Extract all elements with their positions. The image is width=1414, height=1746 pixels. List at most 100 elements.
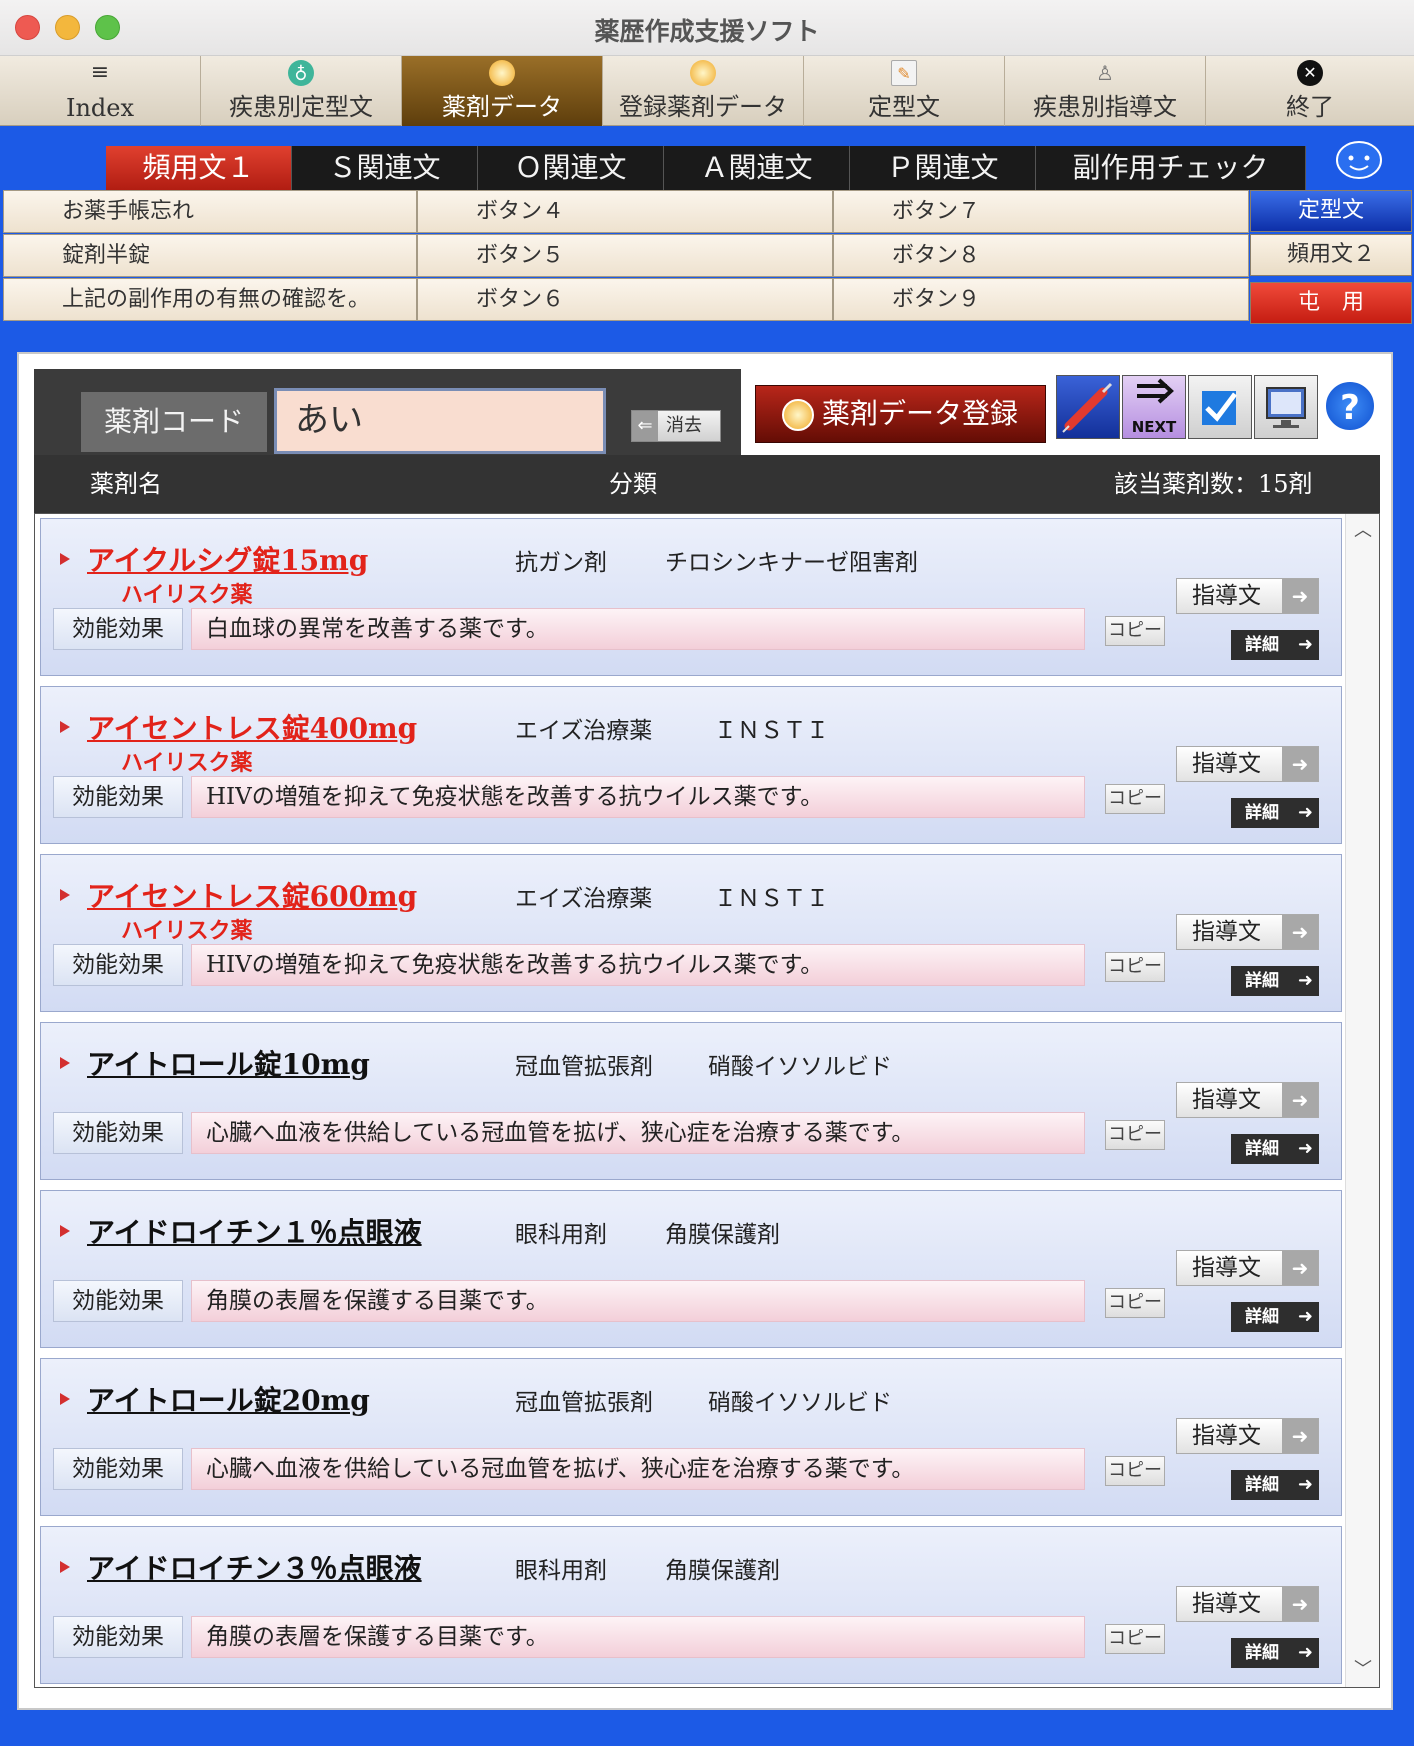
expand-triangle-icon[interactable] [60, 721, 70, 733]
efficacy-text: 角膜の表層を保護する目薬です。 [191, 1280, 1085, 1322]
detail-button[interactable]: 詳細 ➜ [1231, 1638, 1319, 1668]
drug-list[interactable]: ︿ ﹀ アイクルシグ錠15mg ハイリスク薬 抗ガン剤 チロシンキナーゼ阻害剤 効能効果… [34, 513, 1380, 1688]
tab-a-related[interactable]: Ａ関連文 [664, 146, 850, 190]
header-drug-name: 薬剤名 [90, 470, 162, 498]
drug-name-link[interactable]: アイトロール錠20mg [87, 1379, 370, 1419]
phrase-button[interactable]: ボタン４ [417, 190, 833, 233]
toolbar-disease-guide-button[interactable]: ♙ 疾患別指導文 [1005, 56, 1206, 126]
help-button[interactable]: ? [1324, 380, 1376, 432]
drug-name-link[interactable]: アイドロイチン１％点眼液 [87, 1211, 422, 1251]
detail-button[interactable]: 詳細 ➜ [1231, 1470, 1319, 1500]
phrase-button[interactable]: 上記の副作用の有無の確認を。 [3, 278, 417, 321]
phrase-button[interactable]: 錠剤半錠 [3, 234, 417, 277]
phrase-button[interactable]: ボタン９ [833, 278, 1249, 321]
phrase-button[interactable]: ボタン８ [833, 234, 1249, 277]
notepad-icon: ✎ [891, 60, 917, 86]
drug-data-panel: 薬剤コード あい ⇐ 消去 薬剤データ登録 NEXT ? 薬剤名 分類 該当薬剤… [17, 352, 1393, 1710]
expand-triangle-icon[interactable] [60, 1393, 70, 1405]
detail-button[interactable]: 詳細 ➜ [1231, 966, 1319, 996]
drug-name-link[interactable]: アイトロール錠10mg [87, 1043, 370, 1083]
efficacy-text: 角膜の表層を保護する目薬です。 [191, 1616, 1085, 1658]
drug-name-link[interactable]: アイセントレス錠400mg [87, 707, 417, 747]
register-drug-data-button[interactable]: 薬剤データ登録 [755, 385, 1046, 443]
detail-button[interactable]: 詳細 ➜ [1231, 1302, 1319, 1332]
drug-category: 抗ガン剤 [515, 550, 607, 576]
arrow-left-icon: ⇐ [632, 411, 658, 441]
toolbar-label: 定型文 [868, 93, 940, 121]
expand-triangle-icon[interactable] [60, 889, 70, 901]
efficacy-label: 効能効果 [53, 1112, 183, 1154]
detail-button[interactable]: 詳細 ➜ [1231, 1134, 1319, 1164]
tab-o-related[interactable]: Ｏ関連文 [478, 146, 664, 190]
drug-subcategory: 硝酸イソソルビド [708, 1054, 892, 1080]
toolbar-label: 薬剤データ [442, 93, 562, 121]
frequent-2-side-button[interactable]: 頻用文２ [1250, 234, 1412, 276]
next-button[interactable]: NEXT [1122, 375, 1186, 439]
copy-button[interactable]: コピー [1105, 952, 1165, 982]
guide-button[interactable]: 指導文 ➜ [1176, 1586, 1319, 1622]
phrase-button[interactable]: ボタン５ [417, 234, 833, 277]
guide-button[interactable]: 指導文 ➜ [1176, 1418, 1319, 1454]
phrase-button[interactable]: ボタン６ [417, 278, 833, 321]
window-title: 薬歴作成支援ソフト [594, 17, 820, 46]
tab-side-effect-check[interactable]: 副作用チェック [1036, 146, 1306, 190]
toolbar-template-button[interactable]: ✎ 定型文 [804, 56, 1005, 126]
drug-subcategory: 角膜保護剤 [665, 1558, 780, 1584]
scroll-down-icon[interactable]: ﹀ [1346, 1655, 1379, 1685]
drug-code-input[interactable]: あい [274, 388, 606, 454]
efficacy-label: 効能効果 [53, 1280, 183, 1322]
guide-label: 指導文 [1192, 1423, 1261, 1449]
detail-label: 詳細 [1245, 635, 1279, 655]
arrow-right-icon: ➜ [1297, 634, 1313, 655]
clear-button[interactable]: ⇐ 消去 [631, 410, 721, 442]
detail-label: 詳細 [1245, 971, 1279, 991]
phrase-button[interactable]: お薬手帳忘れ [3, 190, 417, 233]
scroll-up-icon[interactable]: ︿ [1346, 516, 1379, 546]
copy-button[interactable]: コピー [1105, 784, 1165, 814]
drug-code-label: 薬剤コード [81, 392, 267, 452]
template-side-button[interactable]: 定型文 [1250, 190, 1412, 232]
drug-name-link[interactable]: アイクルシグ錠15mg [87, 539, 368, 579]
copy-button[interactable]: コピー [1105, 1456, 1165, 1486]
arrow-right-icon: ➜ [1282, 747, 1318, 781]
copy-button[interactable]: コピー [1105, 616, 1165, 646]
copy-button[interactable]: コピー [1105, 1624, 1165, 1654]
guide-button[interactable]: 指導文 ➜ [1176, 746, 1319, 782]
toolbar-registered-drug-button[interactable]: 登録薬剤データ [603, 56, 804, 126]
guide-label: 指導文 [1192, 919, 1261, 945]
arrow-right-icon: ➜ [1282, 1419, 1318, 1453]
arrow-right-icon: ➜ [1282, 579, 1318, 613]
monitor-button[interactable] [1254, 375, 1318, 439]
guide-button[interactable]: 指導文 ➜ [1176, 1250, 1319, 1286]
expand-triangle-icon[interactable] [60, 1561, 70, 1573]
tab-s-related[interactable]: Ｓ関連文 [292, 146, 478, 190]
expand-triangle-icon[interactable] [60, 553, 70, 565]
toolbar-drug-data-button[interactable]: 薬剤データ [402, 56, 603, 126]
expand-triangle-icon[interactable] [60, 1057, 70, 1069]
copy-button[interactable]: コピー [1105, 1288, 1165, 1318]
guide-button[interactable]: 指導文 ➜ [1176, 578, 1319, 614]
phrase-button[interactable]: ボタン７ [833, 190, 1249, 233]
tab-frequent-1[interactable]: 頻用文１ [106, 146, 292, 190]
header-result-count: 該当薬剤数：15剤 [1114, 470, 1313, 498]
drug-name-link[interactable]: アイドロイチン３％点眼液 [87, 1547, 422, 1587]
drug-category: 眼科用剤 [515, 1558, 607, 1584]
toolbar-disease-template-button[interactable]: ♁ 疾患別定型文 [201, 56, 402, 126]
expand-triangle-icon[interactable] [60, 1225, 70, 1237]
syringe-button[interactable] [1056, 375, 1120, 439]
copy-button[interactable]: コピー [1105, 1120, 1165, 1150]
toolbar-index-button[interactable]: ≡ Index [0, 56, 201, 126]
smiley-icon[interactable] [1333, 136, 1385, 182]
detail-button[interactable]: 詳細 ➜ [1231, 798, 1319, 828]
drug-name-link[interactable]: アイセントレス錠600mg [87, 875, 417, 915]
check-button[interactable] [1188, 375, 1252, 439]
guide-button[interactable]: 指導文 ➜ [1176, 914, 1319, 950]
stethoscope-icon: ♁ [288, 60, 314, 86]
toolbar-exit-button[interactable]: ✕ 終了 [1206, 56, 1414, 126]
tab-p-related[interactable]: Ｐ関連文 [850, 146, 1036, 190]
scrollbar[interactable]: ︿ ﹀ [1345, 514, 1379, 1687]
detail-button[interactable]: 詳細 ➜ [1231, 630, 1319, 660]
as-needed-side-button[interactable]: 屯 用 [1250, 282, 1412, 324]
guide-button[interactable]: 指導文 ➜ [1176, 1082, 1319, 1118]
checkbox-icon [1202, 391, 1237, 425]
